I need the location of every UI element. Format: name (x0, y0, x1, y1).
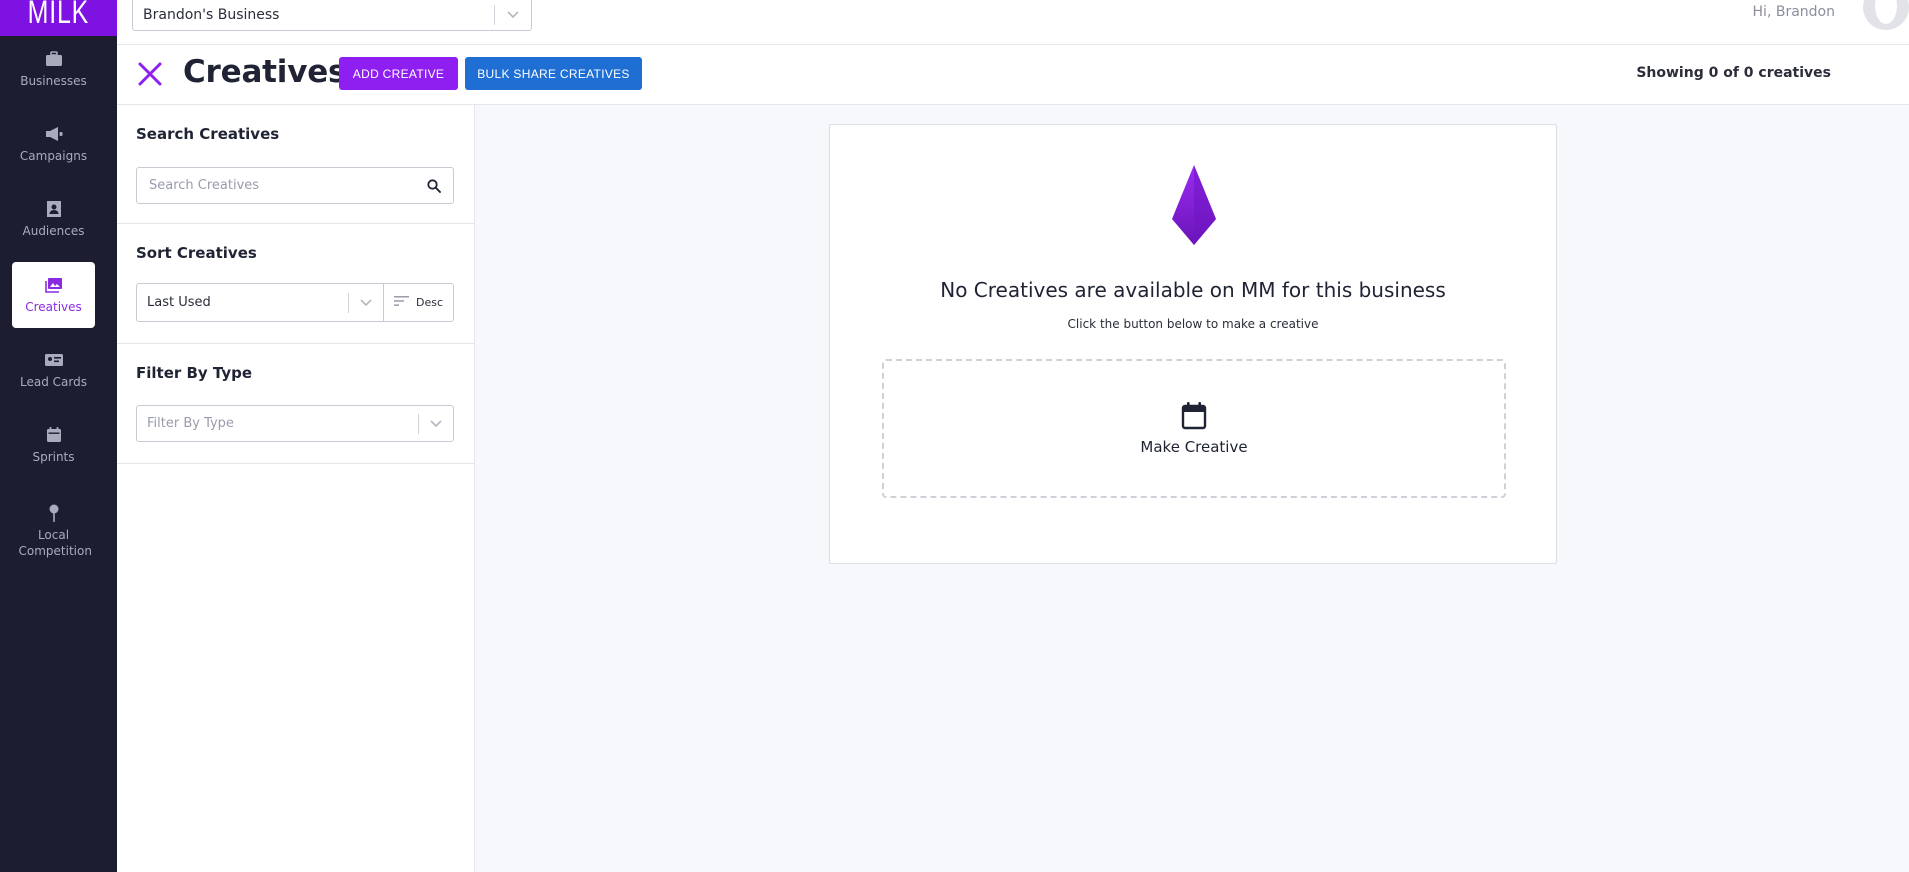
sort-section: Sort Creatives Last Used Desc (117, 224, 474, 344)
user-greeting: Hi, Brandon (1752, 4, 1835, 20)
type-filter-select[interactable]: Filter By Type (136, 405, 454, 442)
page-title: Creatives (183, 54, 347, 90)
type-filter-placeholder: Filter By Type (147, 416, 234, 431)
type-filter-section: Filter By Type Filter By Type (117, 344, 474, 464)
close-icon[interactable] (137, 61, 163, 87)
chevron-down-icon[interactable] (419, 419, 453, 428)
image-gallery-icon (44, 275, 64, 295)
chevron-down-icon[interactable] (495, 10, 531, 19)
empty-state-card: No Creatives are available on MM for thi… (829, 124, 1557, 564)
filters-panel: Search Creatives Sort Creatives Last Use… (117, 105, 475, 872)
calendar-icon (44, 425, 64, 445)
sort-select[interactable]: Last Used (136, 283, 384, 322)
sort-select-value: Last Used (147, 295, 211, 310)
contact-book-icon (44, 199, 64, 219)
map-pin-icon (44, 503, 64, 523)
sidebar-item-label: Businesses (20, 74, 87, 88)
sort-heading: Sort Creatives (136, 244, 257, 262)
sidebar-item-label: Campaigns (19, 149, 88, 163)
sidebar-item-label: Lead Cards (20, 375, 87, 389)
chevron-down-icon[interactable] (349, 298, 383, 307)
sidebar-item-creatives[interactable]: Creatives (12, 262, 95, 328)
empty-state-subtitle: Click the button below to make a creativ… (1067, 317, 1319, 331)
business-select[interactable]: Brandon's Business (132, 0, 532, 31)
sidebar-item-label: Local Competition (18, 528, 92, 558)
briefcase-icon (44, 49, 64, 69)
sidebar-item-campaigns[interactable]: Campaigns (12, 111, 95, 177)
calendar-icon (1181, 401, 1207, 430)
search-heading: Search Creatives (136, 125, 280, 143)
app-logo[interactable]: MILK (0, 0, 117, 36)
add-creative-button[interactable]: ADD CREATIVE (339, 57, 458, 90)
sort-direction-label: Desc (415, 296, 444, 309)
make-creative-button[interactable]: Make Creative (882, 359, 1506, 498)
sidebar-item-businesses[interactable]: Businesses (12, 36, 95, 102)
gem-logo-icon (1170, 165, 1218, 245)
megaphone-icon (44, 124, 64, 144)
sidebar-item-label: Creatives (25, 300, 82, 314)
sort-direction-button[interactable]: Desc (384, 283, 454, 322)
avatar[interactable] (1863, 0, 1909, 30)
search-section: Search Creatives (117, 105, 474, 224)
search-input[interactable] (137, 178, 415, 193)
sidebar-item-local-competition[interactable]: Local Competition (12, 490, 95, 572)
search-icon[interactable] (415, 178, 453, 193)
search-field (136, 167, 454, 204)
sort-lines-icon (393, 295, 410, 310)
bulk-share-creatives-button[interactable]: BULK SHARE CREATIVES (465, 57, 642, 90)
empty-state-title: No Creatives are available on MM for thi… (940, 278, 1446, 302)
id-card-icon (44, 350, 64, 370)
sidebar-item-lead-cards[interactable]: Lead Cards (12, 337, 95, 403)
make-creative-label: Make Creative (1140, 437, 1248, 456)
type-filter-heading: Filter By Type (136, 364, 253, 382)
sidebar-item-audiences[interactable]: Audiences (12, 186, 95, 252)
sort-controls: Last Used Desc (136, 283, 454, 322)
sidebar-item-label: Sprints (32, 450, 75, 464)
page-title-bar: Creatives ADD CREATIVE BULK SHARE CREATI… (117, 45, 1909, 105)
top-header: Brandon's Business Hi, Brandon (117, 0, 1909, 45)
sidebar: MILK Businesses Campaigns Audiences Crea… (0, 0, 117, 872)
sidebar-item-label: Audiences (22, 224, 85, 238)
business-select-value: Brandon's Business (143, 6, 280, 23)
sidebar-item-sprints[interactable]: Sprints (12, 412, 95, 478)
results-count: Showing 0 of 0 creatives (1636, 65, 1831, 81)
